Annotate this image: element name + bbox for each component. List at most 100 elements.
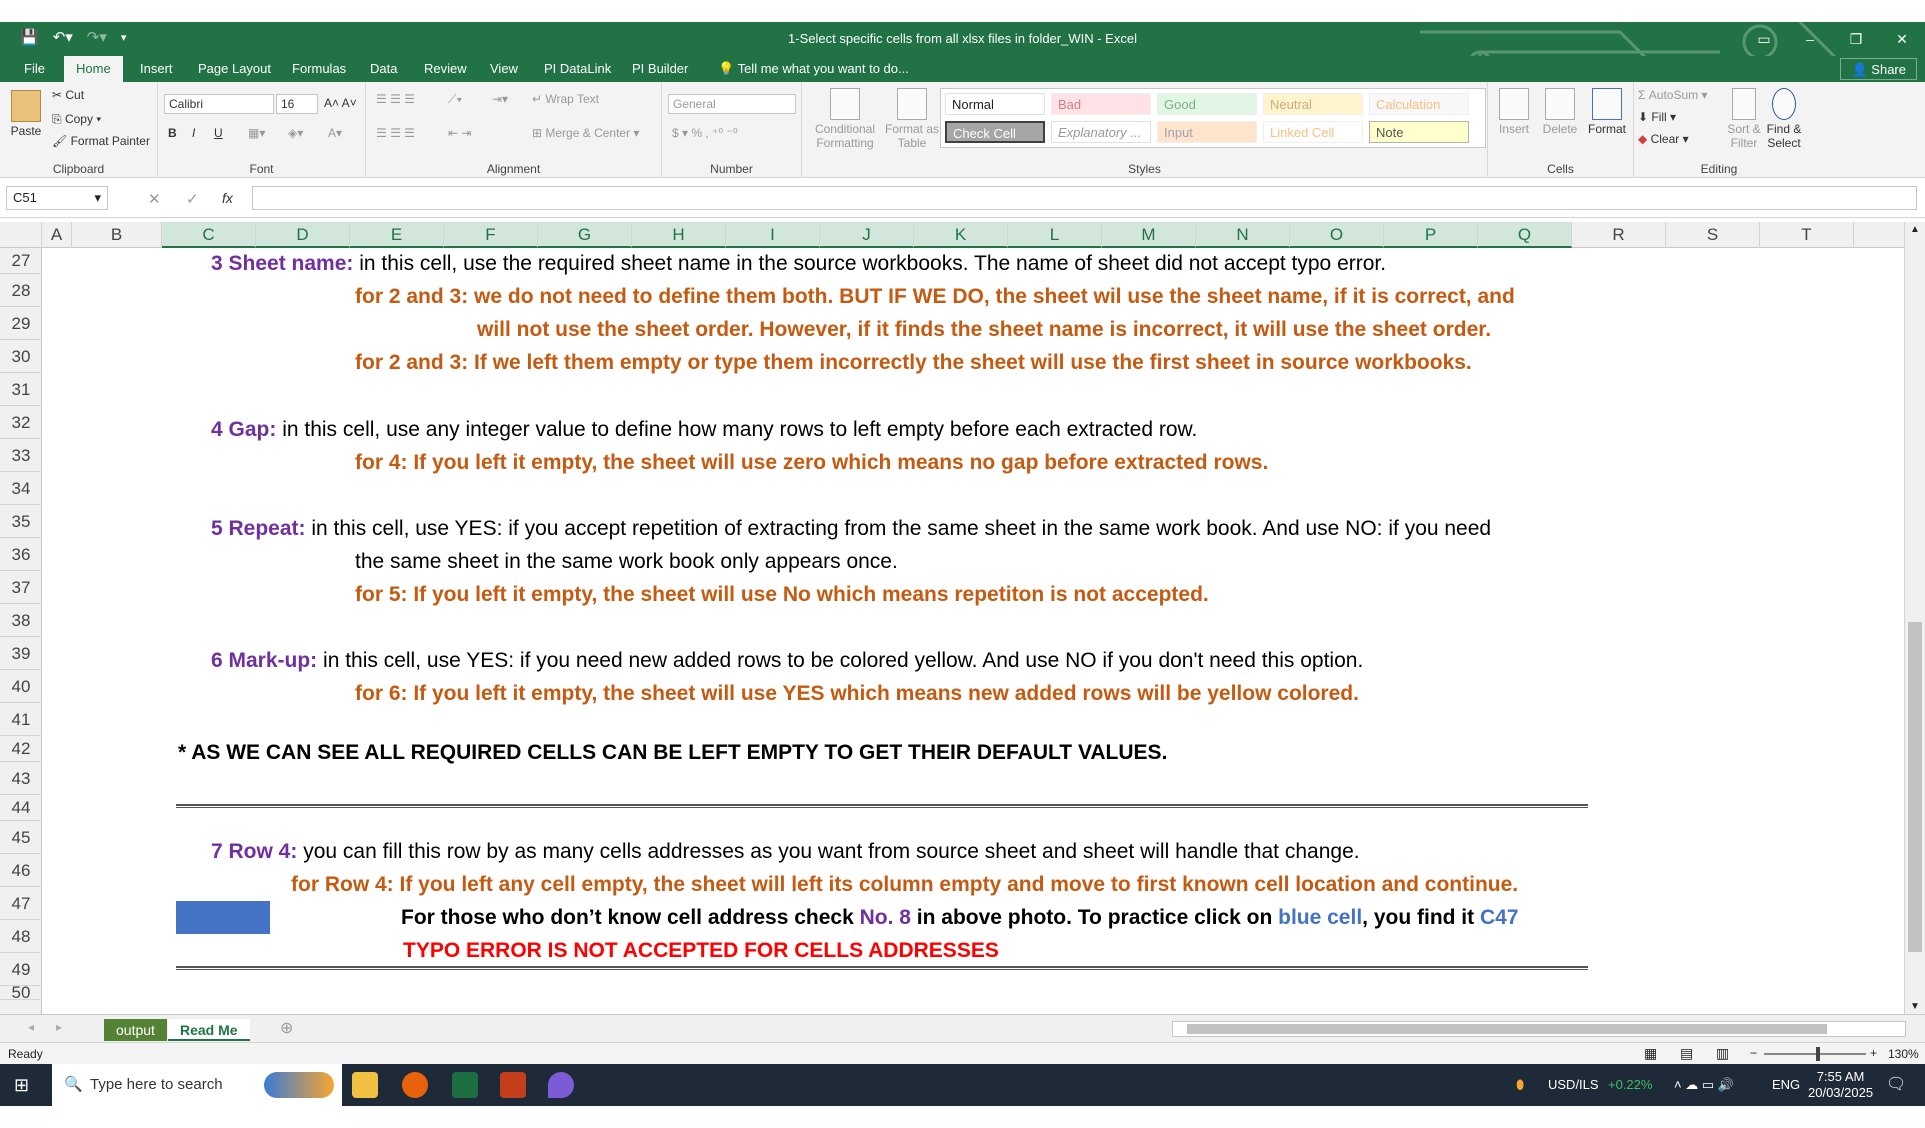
- row-header-45[interactable]: 45: [0, 821, 42, 854]
- row-header-31[interactable]: 31: [0, 373, 42, 406]
- row-header-35[interactable]: 35: [0, 505, 42, 538]
- row-header-50[interactable]: 50: [0, 984, 42, 1001]
- orientation-icon[interactable]: ⟋▾: [448, 92, 462, 107]
- merge-center-button[interactable]: ⊞ Merge & Center ▾: [532, 126, 639, 140]
- vertical-align-icons[interactable]: ☰ ☰ ☰: [376, 92, 415, 106]
- sort-filter-button[interactable]: Sort & Filter: [1726, 88, 1762, 150]
- column-header-j[interactable]: J: [820, 222, 914, 248]
- tab-view[interactable]: View: [478, 56, 530, 82]
- tab-review[interactable]: Review: [412, 56, 479, 82]
- indent-icons[interactable]: ⇤ ⇥: [448, 126, 471, 140]
- row-header-40[interactable]: 40: [0, 670, 42, 703]
- app-icon[interactable]: [548, 1072, 574, 1098]
- row-header-33[interactable]: 33: [0, 439, 42, 472]
- file-explorer-icon[interactable]: [352, 1072, 378, 1098]
- clear-button[interactable]: ◆ Clear ▾: [1638, 132, 1689, 146]
- font-name-dropdown[interactable]: Calibri: [164, 94, 274, 114]
- column-header-p[interactable]: P: [1384, 222, 1478, 248]
- style-bad[interactable]: Bad: [1051, 93, 1151, 115]
- row-header-44[interactable]: 44: [0, 795, 42, 821]
- copy-button[interactable]: ⎘ Copy ▾: [52, 112, 101, 127]
- row-header-36[interactable]: 36: [0, 538, 42, 571]
- font-grow-shrink-icon[interactable]: A˄ A˅: [324, 96, 357, 110]
- tab-data[interactable]: Data: [358, 56, 409, 82]
- fill-color-icon[interactable]: ◈▾: [288, 126, 303, 140]
- column-header-e[interactable]: E: [350, 222, 444, 248]
- format-as-table-button[interactable]: Format as Table: [884, 88, 940, 150]
- column-header-l[interactable]: L: [1008, 222, 1102, 248]
- paste-button[interactable]: Paste: [8, 90, 44, 138]
- style-check-cell[interactable]: Check Cell: [945, 121, 1045, 143]
- tray-icons[interactable]: ˄ ☁ ▭ 🔊: [1674, 1064, 1734, 1106]
- column-header-i[interactable]: I: [726, 222, 820, 248]
- prev-sheet-icon[interactable]: ◂: [28, 1020, 34, 1034]
- row-header-48[interactable]: 48: [0, 920, 42, 953]
- tab-home[interactable]: Home: [64, 56, 123, 82]
- formula-input[interactable]: [252, 186, 1917, 210]
- row-header-43[interactable]: 43: [0, 762, 42, 795]
- zoom-in-icon[interactable]: +: [1870, 1046, 1877, 1060]
- language-indicator[interactable]: ENG: [1772, 1064, 1800, 1106]
- name-box[interactable]: C51 ▾: [6, 186, 108, 210]
- row-header-41[interactable]: 41: [0, 703, 42, 736]
- scroll-up-icon[interactable]: ▲: [1910, 224, 1920, 235]
- column-header-a[interactable]: A: [42, 222, 72, 248]
- style-calculation[interactable]: Calculation: [1369, 93, 1469, 115]
- row-header-29[interactable]: 29: [0, 307, 42, 340]
- redo-icon[interactable]: ↷▾: [87, 28, 107, 46]
- style-good[interactable]: Good: [1157, 93, 1257, 115]
- number-format-dropdown[interactable]: General: [668, 94, 796, 114]
- insert-cells-button[interactable]: Insert: [1492, 88, 1536, 136]
- format-cells-button[interactable]: Format: [1584, 88, 1630, 136]
- horizontal-align-icons[interactable]: ☰ ☰ ☰: [376, 126, 415, 140]
- column-header-c[interactable]: C: [162, 222, 256, 248]
- insert-function-icon[interactable]: fx: [222, 190, 233, 206]
- tab-insert[interactable]: Insert: [128, 56, 185, 82]
- cancel-edit-icon[interactable]: ✕: [148, 190, 161, 208]
- row-header-46[interactable]: 46: [0, 854, 42, 887]
- row-header-27[interactable]: 27: [0, 248, 42, 274]
- font-size-dropdown[interactable]: 16: [276, 94, 318, 114]
- bold-button[interactable]: B: [168, 126, 177, 140]
- fill-button[interactable]: ⬇ Fill ▾: [1638, 110, 1676, 124]
- zoom-slider-thumb[interactable]: [1816, 1047, 1820, 1061]
- row-header-39[interactable]: 39: [0, 637, 42, 670]
- page-break-view-icon[interactable]: ▥: [1716, 1045, 1729, 1062]
- close-button[interactable]: ✕: [1879, 22, 1925, 56]
- style-neutral[interactable]: Neutral: [1263, 93, 1363, 115]
- tab-page-layout[interactable]: Page Layout: [186, 56, 283, 82]
- borders-icon[interactable]: ▦▾: [248, 126, 265, 140]
- taskbar-search-box[interactable]: 🔍 Type here to search: [52, 1064, 342, 1106]
- confirm-edit-icon[interactable]: ✓: [186, 190, 199, 208]
- style-normal[interactable]: Normal: [945, 93, 1045, 115]
- style-note[interactable]: Note: [1369, 121, 1469, 143]
- ribbon-display-options-button[interactable]: ▭: [1741, 22, 1787, 56]
- text-direction-icon[interactable]: ⇥▾: [492, 92, 508, 106]
- tab-pi-builder[interactable]: PI Builder: [620, 56, 700, 82]
- sheet-tab-read-me[interactable]: Read Me: [168, 1019, 250, 1041]
- normal-view-icon[interactable]: ▦: [1644, 1045, 1657, 1062]
- column-header-g[interactable]: G: [538, 222, 632, 248]
- underline-button[interactable]: U: [214, 126, 223, 140]
- wrap-text-button[interactable]: ↵ Wrap Text: [532, 92, 599, 106]
- style-input[interactable]: Input: [1157, 121, 1257, 143]
- select-all-corner[interactable]: [0, 222, 42, 248]
- zoom-slider[interactable]: [1764, 1047, 1866, 1061]
- cut-button[interactable]: ✂ Cut: [52, 88, 84, 102]
- row-header-28[interactable]: 28: [0, 274, 42, 307]
- undo-icon[interactable]: ↶▾: [53, 28, 73, 46]
- save-icon[interactable]: 💾: [20, 28, 39, 46]
- column-header-k[interactable]: K: [914, 222, 1008, 248]
- clock[interactable]: 7:55 AM 20/03/2025: [1808, 1069, 1873, 1111]
- excel-taskbar-icon[interactable]: [452, 1072, 478, 1098]
- row-header-49[interactable]: 49: [0, 953, 42, 986]
- row-header-47[interactable]: 47: [0, 887, 42, 920]
- cell-grid[interactable]: 3 Sheet name: in this cell, use the requ…: [43, 248, 1904, 1014]
- minimize-button[interactable]: –: [1787, 22, 1833, 56]
- row-header-42[interactable]: 42: [0, 736, 42, 762]
- powerpoint-icon[interactable]: [500, 1072, 526, 1098]
- firefox-icon[interactable]: [402, 1072, 428, 1098]
- tab-file[interactable]: File: [12, 56, 57, 82]
- page-layout-view-icon[interactable]: ▤: [1680, 1045, 1693, 1062]
- autosum-button[interactable]: Σ AutoSum ▾: [1638, 88, 1707, 102]
